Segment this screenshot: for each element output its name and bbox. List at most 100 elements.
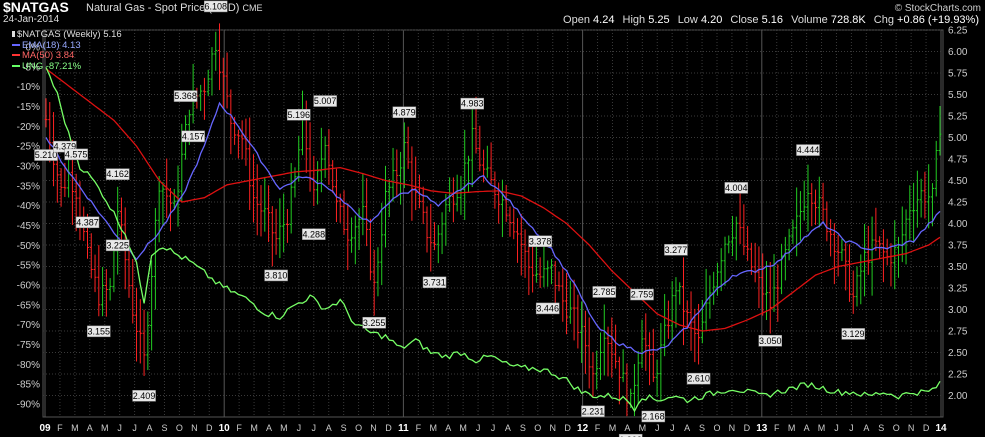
price-tick-label: 3.75 <box>948 241 968 252</box>
price-tick-label: 5.75 <box>948 69 968 80</box>
pct-tick-label: -50% <box>17 241 40 252</box>
x-tick-label: F <box>57 423 63 433</box>
price-annotation-label: 4.288 <box>303 229 326 239</box>
price-tick-label: 5.50 <box>948 90 968 101</box>
price-tick-label: 3.25 <box>948 284 968 295</box>
x-tick-label: O <box>893 423 900 433</box>
price-annotation-label: 5.196 <box>287 110 310 120</box>
price-annotation-label: 4.444 <box>797 145 820 155</box>
price-tick-label: 2.00 <box>948 391 968 402</box>
x-tick-label: 09 <box>39 423 51 434</box>
pct-tick-label: -70% <box>17 320 40 331</box>
x-tick-label: M <box>250 423 258 433</box>
x-tick-label: D <box>564 423 571 433</box>
x-tick-label: A <box>684 423 690 433</box>
price-annotation-label: 2.759 <box>631 290 654 300</box>
x-tick-label: J <box>312 423 317 433</box>
x-tick-label: F <box>595 423 601 433</box>
x-tick-label: M <box>459 423 467 433</box>
price-annotation-label: 6.108 <box>204 2 227 12</box>
x-tick-label: M <box>818 423 826 433</box>
price-chart[interactable]: 09 F M A M J J A S O N D 10 F M A M J J A S O N D 11 F M A M J J A S O N D 1… <box>0 0 985 437</box>
x-tick-label: F <box>774 423 780 433</box>
x-tick-label: N <box>549 423 556 433</box>
price-annotation-label: 3.378 <box>529 236 552 246</box>
price-annotation-label: 2.231 <box>582 406 605 416</box>
pct-tick-label: -40% <box>17 201 40 212</box>
price-annotation-label: 5.368 <box>174 91 197 101</box>
x-tick-label: J <box>834 423 839 433</box>
pct-tick-label: -75% <box>17 340 40 351</box>
price-annotation-label: 4.387 <box>76 217 99 227</box>
price-annotation-label: 4.575 <box>65 149 88 159</box>
pct-tick-label: -60% <box>17 281 40 292</box>
pct-tick-label: -35% <box>17 181 40 192</box>
x-tick-label: 11 <box>398 423 409 434</box>
x-tick-label: 13 <box>756 423 768 434</box>
price-annotation-label: 3.050 <box>759 336 782 346</box>
x-tick-label: M <box>101 423 109 433</box>
pct-tick-label: -10% <box>17 82 40 93</box>
legend-ema-text: EMA(18) 4.13 <box>22 39 81 51</box>
price-tick-label: 2.25 <box>948 370 968 381</box>
x-tick-label: O <box>534 423 541 433</box>
x-tick-label: A <box>624 423 630 433</box>
x-tick-label: S <box>161 423 167 433</box>
price-annotation-label: 3.129 <box>842 329 865 339</box>
x-tick-label: F <box>416 423 422 433</box>
x-tick-label: J <box>491 423 496 433</box>
legend-ung-text: UNG -87.21% <box>22 60 82 72</box>
x-tick-label: M <box>609 423 617 433</box>
x-tick-label: A <box>505 423 511 433</box>
pct-tick-label: -65% <box>17 300 40 311</box>
x-tick-label: O <box>713 423 720 433</box>
price-tick-label: 2.75 <box>948 327 968 338</box>
price-tick-label: 6.00 <box>948 47 968 58</box>
price-tick-label: 6.25 <box>948 26 968 37</box>
price-annotation-label: 4.879 <box>393 107 416 117</box>
x-tick-label: O <box>355 423 362 433</box>
x-tick-label: D <box>206 423 213 433</box>
price-annotation-label: 2.168 <box>642 412 665 422</box>
x-tick-label: M <box>71 423 79 433</box>
x-tick-label: S <box>878 423 884 433</box>
price-annotation-label: 3.446 <box>536 304 559 314</box>
chart-legend: $NATGAS (Weekly) 5.16 EMA(18) 4.13 MA(50… <box>12 29 122 73</box>
x-tick-label: J <box>849 423 854 433</box>
x-tick-label: J <box>670 423 675 433</box>
price-tick-label: 5.00 <box>948 133 968 144</box>
x-tick-label: D <box>744 423 751 433</box>
x-tick-label: M <box>280 423 288 433</box>
x-tick-label: J <box>117 423 122 433</box>
x-tick-label: A <box>87 423 93 433</box>
x-tick-label: N <box>908 423 915 433</box>
legend-ma-text: MA(50) 3.84 <box>22 50 75 61</box>
pct-tick-label: -85% <box>17 380 40 391</box>
x-tick-label: A <box>147 423 153 433</box>
x-tick-label: N <box>370 423 377 433</box>
x-tick-label: S <box>520 423 526 433</box>
price-tick-label: 4.50 <box>948 176 968 187</box>
price-tick-label: 3.50 <box>948 262 968 273</box>
x-tick-label: M <box>788 423 796 433</box>
x-tick-label: N <box>191 423 198 433</box>
x-tick-label: A <box>266 423 272 433</box>
legend-price-text: $NATGAS (Weekly) 5.16 <box>17 29 122 40</box>
x-tick-label: J <box>132 423 137 433</box>
x-tick-label: A <box>863 423 869 433</box>
x-tick-label: A <box>445 423 451 433</box>
x-tick-label: O <box>176 423 183 433</box>
x-tick-label: S <box>699 423 705 433</box>
price-annotation-label: 4.162 <box>106 169 129 179</box>
legend-item-ung: UNG -87.21% <box>12 60 122 73</box>
x-tick-label: D <box>923 423 930 433</box>
x-tick-label: N <box>729 423 736 433</box>
price-tick-label: 4.25 <box>948 198 968 209</box>
price-annotation-label: 4.983 <box>461 99 484 109</box>
x-tick-label: J <box>655 423 660 433</box>
pct-tick-label: -45% <box>17 221 40 232</box>
price-annotation-label: 3.155 <box>88 326 111 336</box>
price-annotation-label: 3.810 <box>265 271 288 281</box>
price-tick-label: 3.00 <box>948 305 968 316</box>
pct-tick-label: -80% <box>17 360 40 371</box>
